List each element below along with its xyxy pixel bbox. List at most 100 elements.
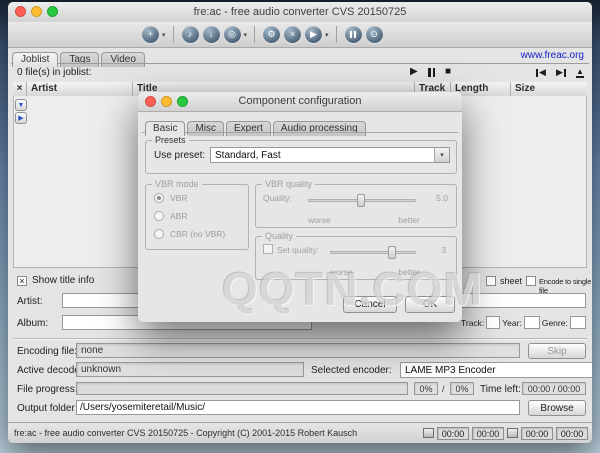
dialog-tab-basic[interactable]: Basic	[145, 121, 185, 136]
abr-radio[interactable]: ABR	[154, 211, 187, 221]
skip-button[interactable]: Skip	[528, 343, 586, 359]
vbr-quality-group: VBR quality Quality: 5.0 worse better	[255, 184, 457, 228]
column-size[interactable]: Size	[511, 82, 587, 96]
output-folder-input[interactable]: /Users/yosemiteretail/Music/	[76, 400, 520, 415]
toolbar-separator	[336, 26, 337, 43]
cbr-radio[interactable]: CBR (no VBR)	[154, 229, 225, 239]
track-input[interactable]	[486, 316, 500, 329]
encode-single-file-checkbox[interactable]	[526, 276, 536, 286]
track-time-icon	[423, 428, 434, 438]
vbr-quality-value: 5.0	[436, 193, 448, 203]
track-time-total: 00:00	[472, 427, 504, 440]
rip-cd-icon[interactable]: ◎	[224, 26, 241, 43]
genre-label: Genre:	[542, 318, 568, 328]
cue-sheet-checkbox[interactable]	[486, 276, 496, 286]
preset-dropdown-arrow-icon[interactable]: ▾	[434, 148, 449, 162]
year-input[interactable]	[524, 316, 540, 329]
pause-icon[interactable]	[345, 26, 362, 43]
dialog-minimize-button[interactable]	[161, 96, 172, 107]
total-time-icon	[507, 428, 518, 438]
toolbar-separator	[173, 26, 174, 43]
minimize-button[interactable]	[31, 6, 42, 17]
window-titlebar[interactable]: fre:ac - free audio converter CVS 201507…	[8, 2, 592, 23]
previous-track-button[interactable]: ◀	[536, 67, 546, 78]
joblist-small-button-1[interactable]: ▼	[15, 99, 27, 111]
main-tabbar: JoblistTagsVideo www.freac.org	[8, 48, 592, 64]
vbr-radio[interactable]: VBR	[154, 193, 187, 203]
stop-button[interactable]: ■	[445, 66, 451, 77]
dialog-tab-audio-processing[interactable]: Audio processing	[273, 121, 366, 136]
genre-input[interactable]	[570, 316, 586, 329]
joblist-icon[interactable]: ♪	[182, 26, 199, 43]
selected-encoder-dropdown[interactable]: LAME MP3 Encoder ▾	[400, 362, 592, 378]
start-conversion-dropdown-icon[interactable]: ▾	[325, 31, 329, 39]
rip-cd-glyph: ◎	[228, 29, 236, 39]
ok-button[interactable]: OK	[405, 296, 455, 313]
freac-website-link[interactable]: www.freac.org	[521, 50, 584, 61]
active-decoder-value: unknown	[76, 362, 304, 377]
save-joblist-icon[interactable]: ↓	[203, 26, 220, 43]
add-files-icon[interactable]: +	[142, 26, 159, 43]
use-preset-label: Use preset:	[154, 150, 205, 161]
vbr-quality-legend: VBR quality	[262, 179, 315, 189]
start-conversion-icon[interactable]: ▶	[305, 26, 322, 43]
abr-radio-label: ABR	[170, 211, 187, 221]
joblist-small-button-2[interactable]: ▶	[15, 112, 27, 124]
zoom-button[interactable]	[47, 6, 58, 17]
dialog-zoom-button[interactable]	[177, 96, 188, 107]
component-configuration-dialog: Component configuration BasicMiscExpertA…	[138, 92, 462, 322]
column-artist[interactable]: Artist	[27, 82, 133, 96]
section-divider	[13, 338, 587, 340]
show-title-info-label: Show title info	[32, 275, 94, 286]
selected-encoder-value: LAME MP3 Encoder	[405, 365, 496, 376]
remove-icon[interactable]: ×	[284, 26, 301, 43]
browse-button[interactable]: Browse	[528, 400, 586, 416]
tab-tags[interactable]: Tags	[60, 52, 99, 67]
status-bar: fre:ac - free audio converter CVS 201507…	[8, 422, 592, 443]
vbr-quality-worse-label: worse	[308, 215, 331, 225]
dialog-tabbar: BasicMiscExpertAudio processing	[145, 117, 368, 133]
cancel-button[interactable]: Cancel	[343, 296, 397, 313]
joblist-glyph: ♪	[188, 29, 193, 39]
dialog-tab-misc[interactable]: Misc	[187, 121, 224, 136]
vbr-mode-group: VBR mode VBR ABR CBR (no VBR)	[145, 184, 249, 250]
pause-button[interactable]	[428, 68, 435, 77]
quality-better-label: better	[398, 267, 420, 277]
settings-icon[interactable]: ⚙	[263, 26, 280, 43]
use-preset-dropdown[interactable]: Standard, Fast ▾	[210, 147, 450, 163]
vbr-quality-better-label: better	[398, 215, 420, 225]
eject-button[interactable]: ▲	[576, 68, 584, 78]
quality-slider[interactable]	[330, 251, 416, 254]
dialog-close-button[interactable]	[145, 96, 156, 107]
track-time-elapsed: 00:00	[437, 427, 469, 440]
next-track-button[interactable]: ▶	[556, 67, 566, 78]
abr-radio-icon	[154, 211, 164, 221]
dialog-tab-expert[interactable]: Expert	[226, 121, 271, 136]
vbr-quality-slider-thumb[interactable]	[357, 194, 365, 207]
quality-slider-thumb[interactable]	[388, 246, 396, 259]
play-button[interactable]: ▶	[410, 66, 418, 77]
cbr-radio-icon	[154, 229, 164, 239]
time-left-value: 00:00 / 00:00	[522, 382, 586, 395]
dialog-titlebar[interactable]: Component configuration	[138, 92, 462, 112]
dialog-tab-divider	[142, 132, 458, 133]
encoding-file-value: none	[76, 343, 520, 358]
add-files-glyph: +	[148, 29, 153, 39]
show-title-info-checkbox[interactable]: ×	[17, 276, 27, 286]
prev-icon: ◀	[539, 67, 546, 78]
rip-cd-dropdown-icon[interactable]: ▾	[244, 31, 248, 39]
album-label: Album:	[17, 318, 48, 329]
power-glyph: ⊙	[370, 29, 378, 39]
vbr-quality-slider[interactable]	[308, 199, 416, 202]
set-quality-checkbox[interactable]	[263, 244, 273, 254]
total-time-elapsed: 00:00	[521, 427, 553, 440]
column-select-all[interactable]: ×	[13, 82, 27, 96]
power-icon[interactable]: ⊙	[366, 26, 383, 43]
add-files-dropdown-icon[interactable]: ▾	[162, 31, 166, 39]
tab-video[interactable]: Video	[101, 52, 144, 67]
toolbar-separator	[254, 26, 255, 43]
quality-value: 3	[441, 245, 446, 255]
tab-joblist[interactable]: Joblist	[12, 52, 58, 67]
close-button[interactable]	[15, 6, 26, 17]
play-glyph: ▶	[310, 29, 317, 39]
